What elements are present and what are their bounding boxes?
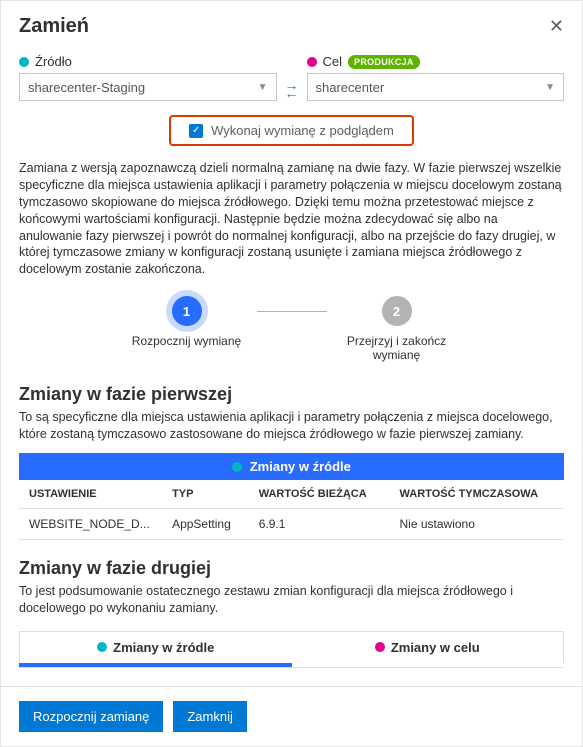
source-dot-icon <box>232 462 242 472</box>
slot-selectors: Źródło sharecenter-Staging ▼ →← Cel PROD… <box>1 46 582 105</box>
swap-direction-icon[interactable]: →← <box>285 81 299 101</box>
phase1-heading: Zmiany w fazie pierwszej <box>19 384 564 405</box>
step-2-label: Przejrzyj i zakończ wymianę <box>327 334 467 362</box>
col-temp: WARTOŚĆ TYMCZASOWA <box>390 480 564 509</box>
cell-current: 6.9.1 <box>249 508 390 539</box>
cell-setting: WEBSITE_NODE_D... <box>19 508 162 539</box>
preview-row: ✓ Wykonaj wymianę z podglądem <box>1 105 582 156</box>
target-dot-icon <box>307 57 317 67</box>
col-type: TYP <box>162 480 249 509</box>
step-connector <box>257 311 327 312</box>
tab-source-changes[interactable]: Zmiany w źródle <box>20 632 292 663</box>
target-dot-icon <box>375 642 385 652</box>
phase2-divider <box>19 667 564 668</box>
phase2-description: To jest podsumowanie ostatecznego zestaw… <box>1 583 582 627</box>
source-dot-icon <box>97 642 107 652</box>
source-label: Źródło <box>35 54 72 69</box>
phase2-tabs: Zmiany w źródle Zmiany w celu <box>19 631 564 663</box>
step-2-circle: 2 <box>382 296 412 326</box>
swap-panel: Zamień ✕ Źródło sharecenter-Staging ▼ →←… <box>0 0 583 747</box>
phase1-table-wrap: Zmiany w źródle USTAWIENIE TYP WARTOŚĆ B… <box>1 453 582 540</box>
cell-temp: Nie ustawiono <box>390 508 564 539</box>
phase1-tab-header: Zmiany w źródle <box>19 453 564 480</box>
panel-footer: Rozpocznij zamianę Zamknij <box>1 686 582 746</box>
phase1-description: To są specyficzne dla miejsca ustawienia… <box>1 409 582 453</box>
tab-source-label: Zmiany w źródle <box>113 640 214 655</box>
target-dropdown-value: sharecenter <box>316 80 385 95</box>
source-dropdown-value: sharecenter-Staging <box>28 80 145 95</box>
tab-target-changes[interactable]: Zmiany w celu <box>292 632 564 663</box>
target-dropdown[interactable]: sharecenter ▼ <box>307 73 565 101</box>
preview-checkbox[interactable]: ✓ <box>189 124 203 138</box>
chevron-down-icon: ▼ <box>545 82 555 93</box>
phase1-tab-label: Zmiany w źródle <box>250 459 351 474</box>
production-badge: PRODUKCJA <box>348 55 420 69</box>
phase2-heading: Zmiany w fazie drugiej <box>19 558 564 579</box>
preview-highlight-box: ✓ Wykonaj wymianę z podglądem <box>169 115 414 146</box>
start-swap-button[interactable]: Rozpocznij zamianę <box>19 701 163 732</box>
swap-description: Zamiana z wersją zapoznawczą dzieli norm… <box>1 156 582 288</box>
panel-title: Zamień <box>19 15 89 38</box>
target-column: Cel PRODUKCJA sharecenter ▼ <box>307 54 565 101</box>
table-header-row: USTAWIENIE TYP WARTOŚĆ BIEŻĄCA WARTOŚĆ T… <box>19 480 564 509</box>
step-1-label: Rozpocznij wymianę <box>117 334 257 348</box>
phase1-table: USTAWIENIE TYP WARTOŚĆ BIEŻĄCA WARTOŚĆ T… <box>19 480 564 540</box>
source-label-row: Źródło <box>19 54 277 69</box>
preview-checkbox-label: Wykonaj wymianę z podglądem <box>211 123 394 138</box>
step-2: 2 Przejrzyj i zakończ wymianę <box>327 296 467 362</box>
col-current: WARTOŚĆ BIEŻĄCA <box>249 480 390 509</box>
tab-target-label: Zmiany w celu <box>391 640 480 655</box>
cell-type: AppSetting <box>162 508 249 539</box>
close-icon[interactable]: ✕ <box>549 16 564 37</box>
source-dot-icon <box>19 57 29 67</box>
source-column: Źródło sharecenter-Staging ▼ <box>19 54 277 101</box>
panel-header: Zamień ✕ <box>1 1 582 46</box>
col-setting: USTAWIENIE <box>19 480 162 509</box>
target-label: Cel <box>323 54 343 69</box>
step-indicator: 1 Rozpocznij wymianę 2 Przejrzyj i zakoń… <box>1 288 582 378</box>
step-1: 1 Rozpocznij wymianę <box>117 296 257 348</box>
close-button[interactable]: Zamknij <box>173 701 247 732</box>
target-label-row: Cel PRODUKCJA <box>307 54 565 69</box>
table-row: WEBSITE_NODE_D... AppSetting 6.9.1 Nie u… <box>19 508 564 539</box>
source-dropdown[interactable]: sharecenter-Staging ▼ <box>19 73 277 101</box>
step-1-circle: 1 <box>172 296 202 326</box>
chevron-down-icon: ▼ <box>258 82 268 93</box>
